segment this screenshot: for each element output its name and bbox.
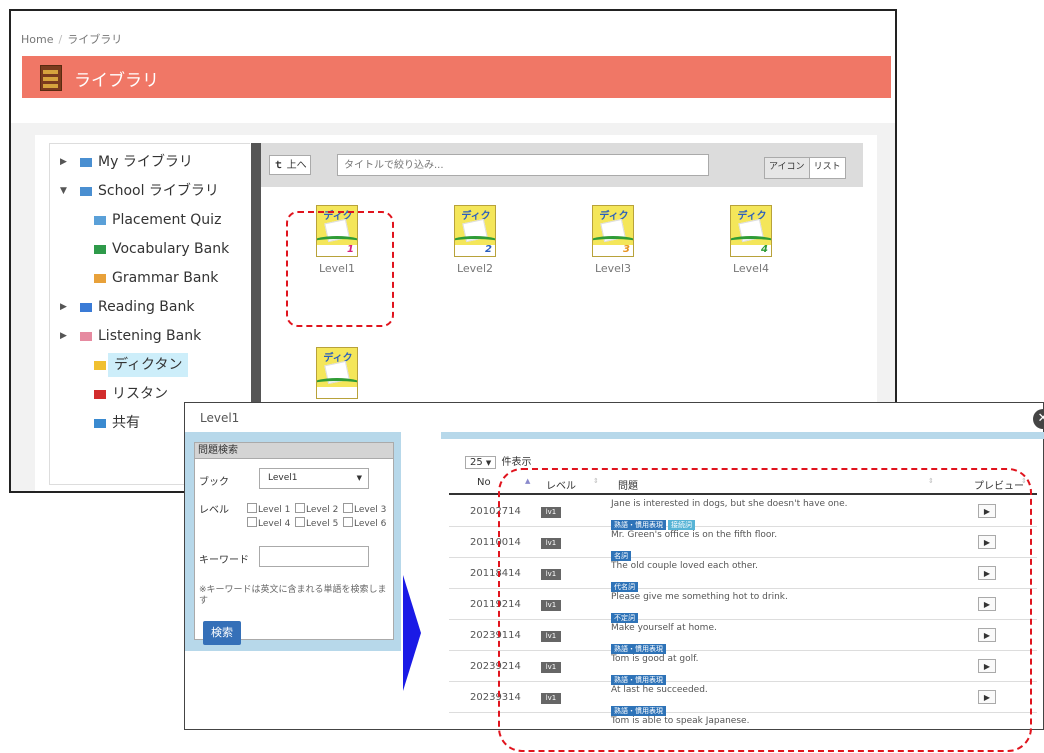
- icon-view-button[interactable]: アイコン: [765, 158, 810, 178]
- tree-item[interactable]: ▶ Reading Bank: [50, 295, 250, 319]
- tree-item[interactable]: Vocabulary Bank: [50, 237, 250, 261]
- keyword-input[interactable]: [259, 546, 369, 567]
- tree-item-label: Reading Bank: [98, 299, 195, 315]
- up-button-label: 上へ: [286, 160, 307, 171]
- tree-item-label: ディクタン: [108, 353, 189, 377]
- caret-down-icon[interactable]: ▼: [60, 179, 67, 203]
- tree-item-label: School ライブラリ: [98, 183, 219, 199]
- search-sidebar: 問題検索 ブック Level1 ▼ レベル Level 1 Level 2 Le…: [185, 432, 401, 651]
- book-caption: Level4: [732, 262, 770, 275]
- search-header: 問題検索: [195, 443, 393, 459]
- bookshelf-icon: [40, 65, 62, 91]
- folder-icon: [80, 303, 92, 312]
- level-label: レベル: [199, 505, 229, 516]
- book-label: ブック: [199, 477, 229, 488]
- per-page-label: 件表示: [501, 457, 532, 468]
- dialog-title: Level1: [200, 411, 240, 425]
- tree-item-label: 共有: [112, 415, 140, 431]
- title-filter-input[interactable]: [337, 154, 709, 176]
- per-page-control: 25 ▼ 件表示: [465, 453, 532, 469]
- level-checkbox[interactable]: Level 2: [295, 503, 338, 515]
- breadcrumb-current: ライブラリ: [67, 33, 123, 46]
- up-button[interactable]: ｔ 上へ: [269, 155, 311, 175]
- results-header-bar: [441, 432, 1044, 439]
- breadcrumb-separator: /: [58, 33, 63, 46]
- cover-level-number: 3: [623, 244, 630, 255]
- book-cover: ディクタン2: [454, 205, 496, 257]
- highlight-question-table: [498, 468, 1032, 752]
- list-view-button[interactable]: リスト: [810, 158, 845, 178]
- book-item[interactable]: ディクタン4 Level4: [706, 205, 796, 275]
- folder-icon: [80, 332, 92, 341]
- book-caption: Level2: [456, 262, 494, 275]
- search-button[interactable]: 検索: [203, 621, 241, 645]
- folder-icon: [80, 158, 92, 167]
- level-checkbox[interactable]: Level 6: [343, 517, 386, 529]
- level-checkbox[interactable]: Level 1: [247, 503, 290, 515]
- book-item[interactable]: ディクタン: [292, 347, 382, 404]
- cover-level-number: 4: [761, 244, 768, 255]
- tree-item[interactable]: ▶ Listening Bank: [50, 324, 250, 348]
- page-title: ライブラリ: [74, 71, 159, 91]
- tree-item-label: Vocabulary Bank: [112, 241, 230, 257]
- tree-item-label: Listening Bank: [98, 328, 202, 344]
- highlight-level1-book: [286, 211, 394, 327]
- book-cover: ディクタン: [316, 347, 358, 399]
- tree-item-label: Placement Quiz: [112, 212, 222, 228]
- per-page-select[interactable]: 25 ▼: [465, 456, 497, 469]
- book-select-value: Level1: [268, 473, 298, 483]
- keyword-note: ※キーワードは英文に含まれる単語を検索します: [199, 585, 387, 606]
- folder-icon: [94, 245, 106, 254]
- folder-icon: [94, 361, 106, 370]
- caret-right-icon[interactable]: ▶: [60, 150, 67, 174]
- arrow-right-icon: [403, 575, 421, 691]
- tree-item[interactable]: Placement Quiz: [50, 208, 250, 232]
- column-header-no[interactable]: No: [477, 477, 491, 488]
- tree-item-label: Grammar Bank: [112, 270, 219, 286]
- level-checkbox[interactable]: Level 5: [295, 517, 338, 529]
- level-checkbox[interactable]: Level 4: [247, 517, 290, 529]
- tree-item[interactable]: ディクタン: [50, 353, 250, 377]
- question-search-form: 問題検索 ブック Level1 ▼ レベル Level 1 Level 2 Le…: [194, 442, 394, 645]
- tree-item-label: リスタン: [112, 386, 168, 402]
- keyword-label: キーワード: [199, 555, 249, 566]
- chevron-down-icon: ▼: [485, 459, 492, 467]
- close-icon[interactable]: ✕: [1033, 409, 1044, 429]
- level-checkbox[interactable]: Level 3: [343, 503, 386, 515]
- page-header: ライブラリ: [22, 56, 891, 98]
- tree-item[interactable]: ▶ My ライブラリ: [50, 150, 250, 174]
- caret-right-icon[interactable]: ▶: [60, 295, 67, 319]
- book-caption: Level3: [594, 262, 632, 275]
- folder-icon: [94, 390, 106, 399]
- chevron-down-icon: ▼: [356, 474, 362, 482]
- breadcrumb-home-link[interactable]: Home: [21, 33, 53, 46]
- book-cover: ディクタン3: [592, 205, 634, 257]
- tree-item[interactable]: Grammar Bank: [50, 266, 250, 290]
- folder-icon: [94, 274, 106, 283]
- folder-icon: [94, 216, 106, 225]
- caret-right-icon[interactable]: ▶: [60, 324, 67, 348]
- book-item[interactable]: ディクタン2 Level2: [430, 205, 520, 275]
- grid-toolbar: ｔ 上へ アイコン リスト: [261, 143, 863, 187]
- folder-icon: [80, 187, 92, 196]
- tree-item[interactable]: ▼ School ライブラリ: [50, 179, 250, 203]
- tree-item-label: My ライブラリ: [98, 154, 193, 170]
- cover-level-number: 2: [485, 244, 492, 255]
- breadcrumb: Home / ライブラリ: [21, 31, 122, 47]
- book-cover: ディクタン4: [730, 205, 772, 257]
- book-item[interactable]: ディクタン3 Level3: [568, 205, 658, 275]
- folder-icon: [94, 419, 106, 428]
- up-arrow-icon: ｔ: [273, 160, 284, 171]
- view-toggle: アイコン リスト: [764, 157, 846, 179]
- book-select[interactable]: Level1 ▼: [259, 468, 369, 489]
